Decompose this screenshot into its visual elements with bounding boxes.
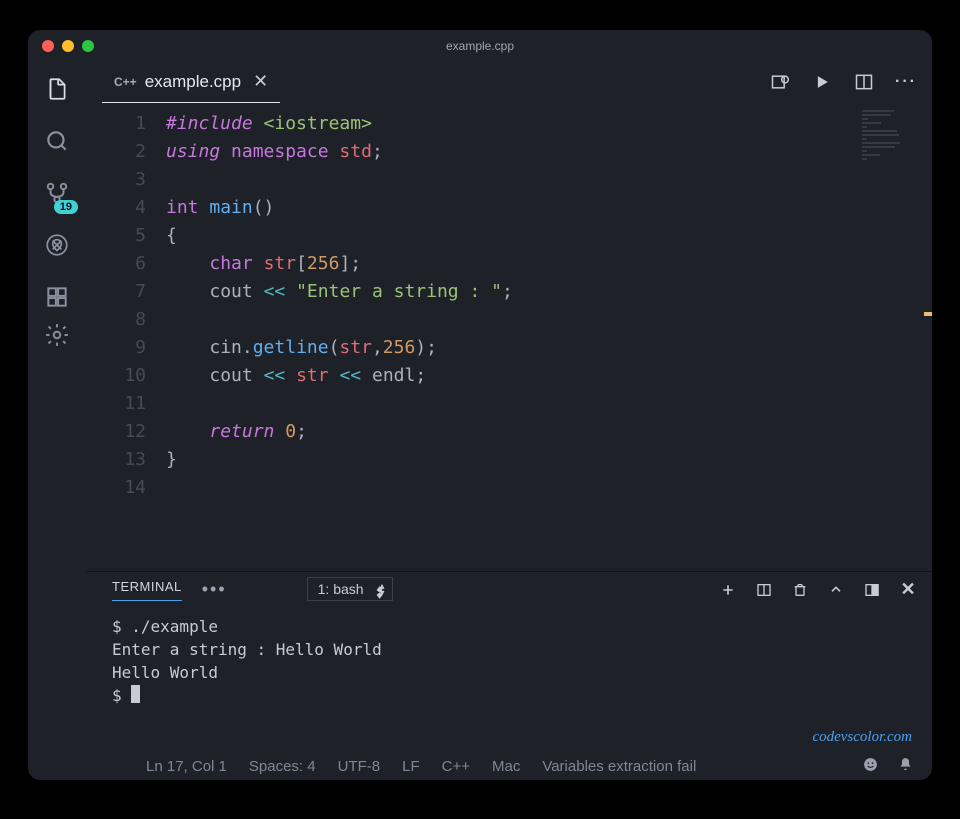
titlebar[interactable]: example.cpp bbox=[28, 30, 932, 62]
line-number: 1 bbox=[86, 110, 166, 138]
line-content: cout << "Enter a string : "; bbox=[166, 278, 513, 306]
line-number: 14 bbox=[86, 474, 166, 502]
notifications-bell-icon[interactable] bbox=[897, 756, 914, 777]
line-number: 10 bbox=[86, 362, 166, 390]
window-title: example.cpp bbox=[446, 39, 514, 53]
line-content: #include <iostream> bbox=[166, 110, 372, 138]
watermark-text: codevscolor.com bbox=[812, 729, 912, 746]
more-actions-icon[interactable]: ··· bbox=[896, 72, 916, 92]
line-number: 5 bbox=[86, 222, 166, 250]
line-number: 9 bbox=[86, 334, 166, 362]
terminal-line: Hello World bbox=[112, 661, 906, 684]
activity-bar: 19 bbox=[28, 62, 86, 752]
status-language[interactable]: C++ bbox=[442, 758, 470, 775]
status-cursor-position[interactable]: Ln 17, Col 1 bbox=[146, 758, 227, 775]
code-editor[interactable]: 1#include <iostream>2using namespace std… bbox=[86, 102, 932, 571]
terminal-line: Enter a string : Hello World bbox=[112, 638, 906, 661]
close-panel-icon[interactable]: ✕ bbox=[900, 582, 916, 598]
minimize-window-button[interactable] bbox=[62, 40, 74, 52]
explorer-icon[interactable] bbox=[42, 74, 72, 104]
panel-tab-terminal[interactable]: TERMINAL bbox=[112, 579, 182, 601]
code-line[interactable]: 14 bbox=[86, 474, 932, 502]
overview-ruler-marker bbox=[924, 312, 932, 316]
line-number: 8 bbox=[86, 306, 166, 334]
code-line[interactable]: 11 bbox=[86, 390, 932, 418]
line-content: char str[256]; bbox=[166, 250, 361, 278]
maximize-window-button[interactable] bbox=[82, 40, 94, 52]
panel: TERMINAL ••• 1: bash ▴▾ ✕ bbox=[86, 571, 932, 752]
terminal-cursor bbox=[131, 685, 140, 703]
panel-more-icon[interactable]: ••• bbox=[202, 579, 227, 600]
status-os[interactable]: Mac bbox=[492, 758, 520, 775]
preview-icon[interactable] bbox=[770, 72, 790, 92]
code-line[interactable]: 4int main() bbox=[86, 194, 932, 222]
run-icon[interactable] bbox=[812, 72, 832, 92]
code-line[interactable]: 8 bbox=[86, 306, 932, 334]
tab-example-cpp[interactable]: C++ example.cpp ✕ bbox=[102, 62, 280, 103]
kill-terminal-icon[interactable] bbox=[792, 582, 808, 598]
line-content: cin.getline(str,256); bbox=[166, 334, 437, 362]
window-controls bbox=[42, 40, 94, 52]
status-bar: Ln 17, Col 1 Spaces: 4 UTF-8 LF C++ Mac … bbox=[28, 752, 932, 780]
code-line[interactable]: 7 cout << "Enter a string : "; bbox=[86, 278, 932, 306]
code-line[interactable]: 10 cout << str << endl; bbox=[86, 362, 932, 390]
feedback-smiley-icon[interactable] bbox=[862, 756, 879, 777]
terminal-selector[interactable]: 1: bash ▴▾ bbox=[307, 581, 393, 599]
line-content: return 0; bbox=[166, 418, 307, 446]
code-line[interactable]: 5{ bbox=[86, 222, 932, 250]
code-line[interactable]: 6 char str[256]; bbox=[86, 250, 932, 278]
line-number: 11 bbox=[86, 390, 166, 418]
app-window: example.cpp 19 bbox=[28, 30, 932, 780]
code-line[interactable]: 12 return 0; bbox=[86, 418, 932, 446]
code-line[interactable]: 3 bbox=[86, 166, 932, 194]
line-number: 6 bbox=[86, 250, 166, 278]
split-editor-icon[interactable] bbox=[854, 72, 874, 92]
editor-tabs: C++ example.cpp ✕ ··· bbox=[86, 62, 932, 102]
scm-badge: 19 bbox=[54, 200, 78, 214]
split-terminal-icon[interactable] bbox=[756, 582, 772, 598]
code-line[interactable]: 9 cin.getline(str,256); bbox=[86, 334, 932, 362]
line-number: 12 bbox=[86, 418, 166, 446]
line-content: int main() bbox=[166, 194, 274, 222]
terminal-line: $ bbox=[112, 684, 906, 707]
tab-filename: example.cpp bbox=[145, 72, 241, 92]
terminal-line: $ ./example bbox=[112, 615, 906, 638]
terminal-output[interactable]: $ ./exampleEnter a string : Hello WorldH… bbox=[86, 607, 932, 752]
line-content: using namespace std; bbox=[166, 138, 383, 166]
extensions-icon[interactable] bbox=[42, 282, 72, 312]
line-number: 3 bbox=[86, 166, 166, 194]
toggle-panel-icon[interactable] bbox=[864, 582, 880, 598]
tab-close-icon[interactable]: ✕ bbox=[253, 71, 268, 92]
code-line[interactable]: 2using namespace std; bbox=[86, 138, 932, 166]
status-message[interactable]: Variables extraction fail bbox=[542, 758, 696, 775]
status-eol[interactable]: LF bbox=[402, 758, 420, 775]
source-control-icon[interactable]: 19 bbox=[42, 178, 72, 208]
tab-language-badge: C++ bbox=[114, 75, 137, 89]
debug-icon[interactable] bbox=[42, 230, 72, 260]
settings-gear-icon[interactable] bbox=[42, 320, 72, 350]
line-content: } bbox=[166, 446, 177, 474]
search-icon[interactable] bbox=[42, 126, 72, 156]
code-line[interactable]: 1#include <iostream> bbox=[86, 110, 932, 138]
line-number: 2 bbox=[86, 138, 166, 166]
new-terminal-icon[interactable] bbox=[720, 582, 736, 598]
minimap[interactable] bbox=[862, 108, 926, 168]
close-window-button[interactable] bbox=[42, 40, 54, 52]
maximize-panel-icon[interactable] bbox=[828, 582, 844, 598]
status-spaces[interactable]: Spaces: 4 bbox=[249, 758, 316, 775]
code-line[interactable]: 13} bbox=[86, 446, 932, 474]
line-number: 13 bbox=[86, 446, 166, 474]
line-content: cout << str << endl; bbox=[166, 362, 426, 390]
line-number: 4 bbox=[86, 194, 166, 222]
line-number: 7 bbox=[86, 278, 166, 306]
line-content: { bbox=[166, 222, 177, 250]
status-encoding[interactable]: UTF-8 bbox=[338, 758, 381, 775]
